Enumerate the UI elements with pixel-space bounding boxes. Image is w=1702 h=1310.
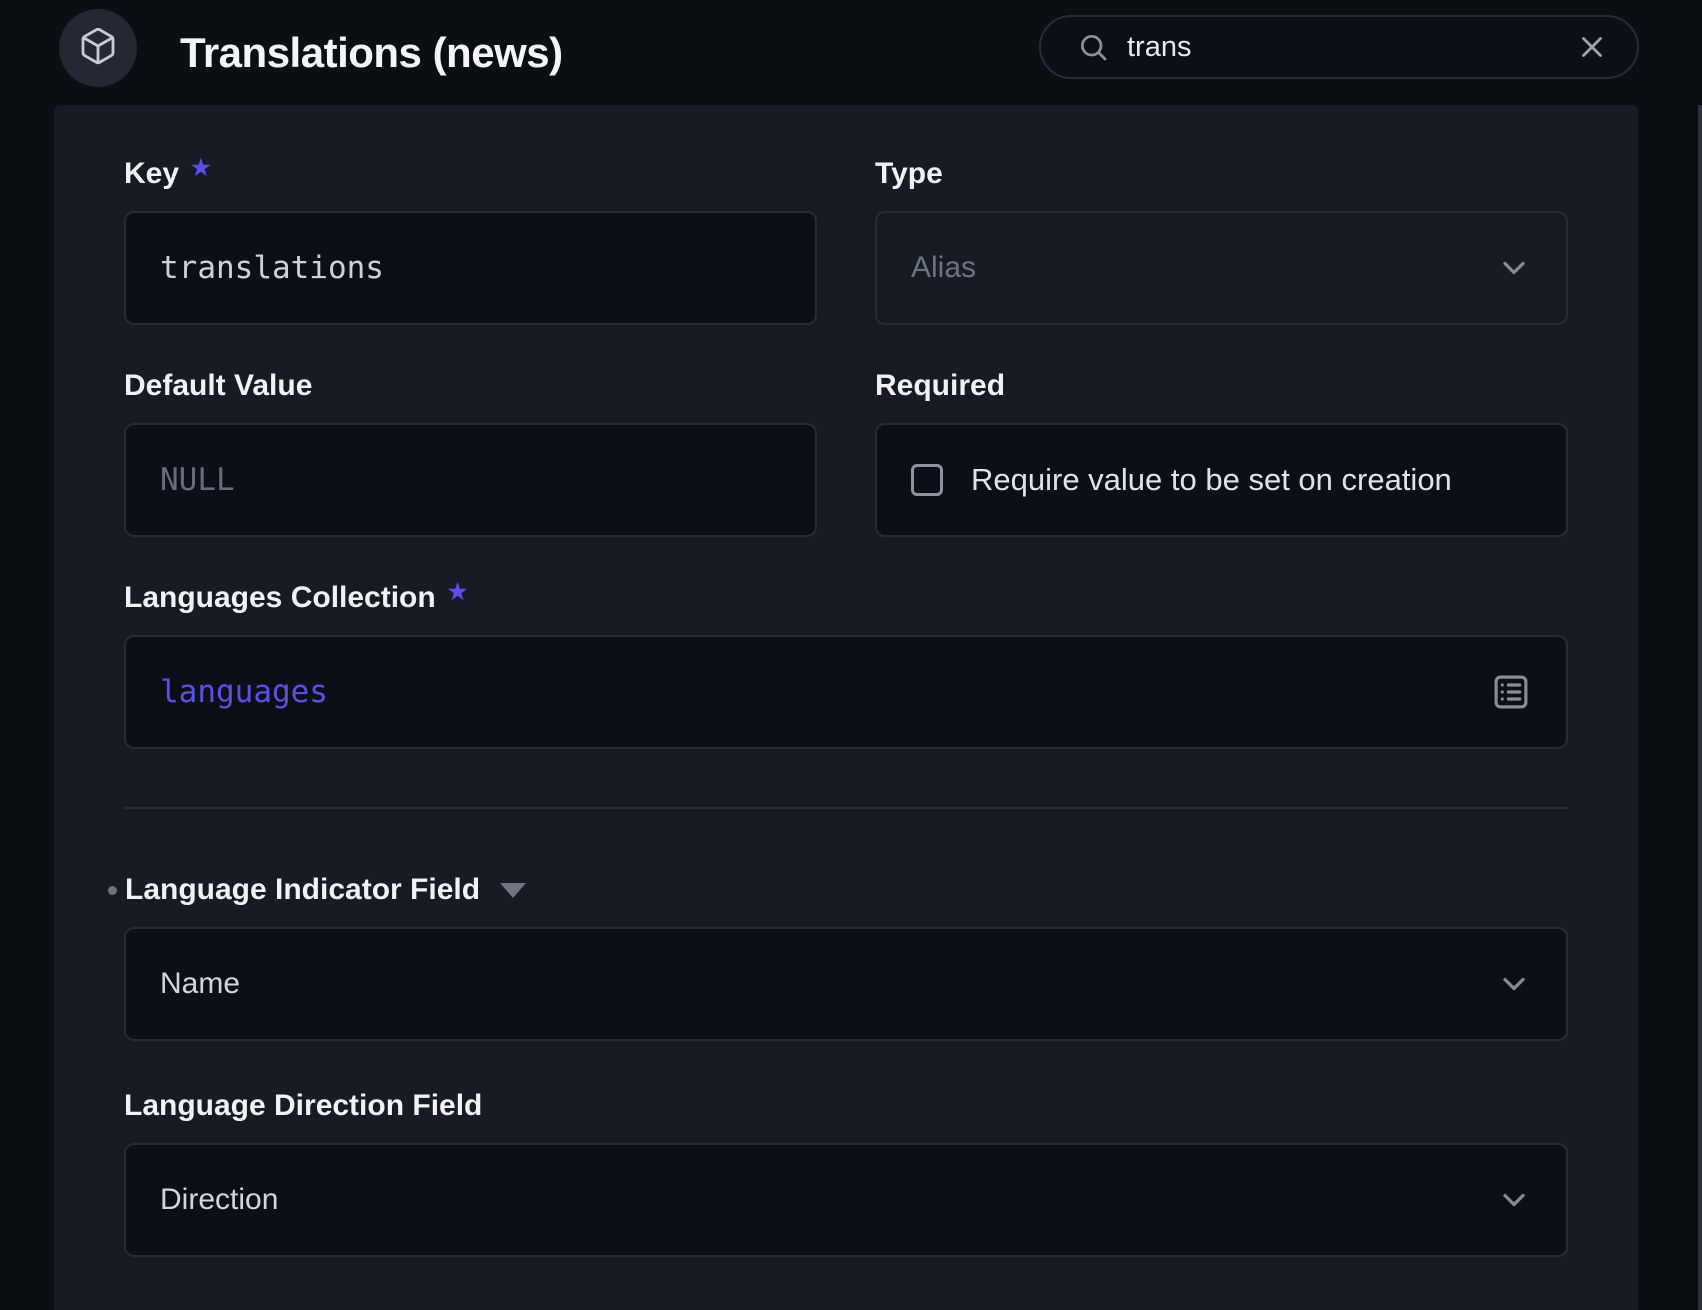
field-languages-collection: Languages Collection ★: [124, 581, 1568, 749]
collection-icon-button[interactable]: [59, 9, 137, 87]
default-value-input-box[interactable]: [124, 423, 817, 537]
caret-down-icon[interactable]: [500, 883, 526, 898]
require-checkbox[interactable]: [911, 464, 943, 496]
field-detail-panel: Key ★ Type Alias Default Value: [54, 105, 1638, 1310]
language-direction-select-value: Direction: [160, 1183, 278, 1217]
search-icon: [1077, 31, 1109, 63]
chevron-down-icon: [1496, 966, 1532, 1002]
top-bar: Translations (news): [0, 0, 1702, 105]
page-title: Translations (news): [180, 0, 563, 105]
language-indicator-select[interactable]: Name: [124, 927, 1568, 1041]
language-indicator-label-row: Language Indicator Field: [124, 873, 1568, 907]
field-default-value: Default Value: [124, 369, 817, 537]
key-input-box[interactable]: [124, 211, 817, 325]
languages-collection-input-box[interactable]: [124, 635, 1568, 749]
field-language-direction: Language Direction Field Direction: [124, 1089, 1568, 1257]
box-icon: [78, 26, 118, 71]
scrollbar[interactable]: [1698, 105, 1702, 1310]
field-type: Type Alias: [875, 157, 1568, 325]
key-input[interactable]: [160, 250, 781, 286]
required-asterisk: ★: [191, 155, 211, 181]
language-indicator-label: Language Indicator Field: [125, 873, 480, 907]
close-icon[interactable]: [1575, 30, 1609, 64]
chevron-down-icon: [1496, 1182, 1532, 1218]
search-bar[interactable]: [1039, 15, 1639, 79]
modified-dot-icon: [108, 886, 117, 895]
type-label: Type: [875, 157, 1568, 191]
require-checkbox-label: Require value to be set on creation: [971, 462, 1452, 498]
required-label: Required: [875, 369, 1568, 403]
default-value-input[interactable]: [160, 462, 781, 498]
language-indicator-select-value: Name: [160, 967, 240, 1001]
field-required: Required Require value to be set on crea…: [875, 369, 1568, 537]
required-checkbox-row[interactable]: Require value to be set on creation: [875, 423, 1568, 537]
required-asterisk: ★: [448, 579, 468, 605]
default-value-label: Default Value: [124, 369, 817, 403]
languages-collection-input[interactable]: [160, 674, 1490, 710]
language-direction-label: Language Direction Field: [124, 1089, 1568, 1123]
chevron-down-icon: [1496, 250, 1532, 286]
languages-collection-label: Languages Collection ★: [124, 581, 1568, 615]
section-divider: [124, 807, 1568, 809]
list-icon[interactable]: [1490, 671, 1532, 713]
search-input[interactable]: [1127, 31, 1575, 64]
type-select-value: Alias: [911, 251, 976, 285]
language-direction-select[interactable]: Direction: [124, 1143, 1568, 1257]
type-select[interactable]: Alias: [875, 211, 1568, 325]
field-language-indicator: Language Indicator Field Name: [124, 873, 1568, 1041]
key-label: Key ★: [124, 157, 817, 191]
field-key: Key ★: [124, 157, 817, 325]
